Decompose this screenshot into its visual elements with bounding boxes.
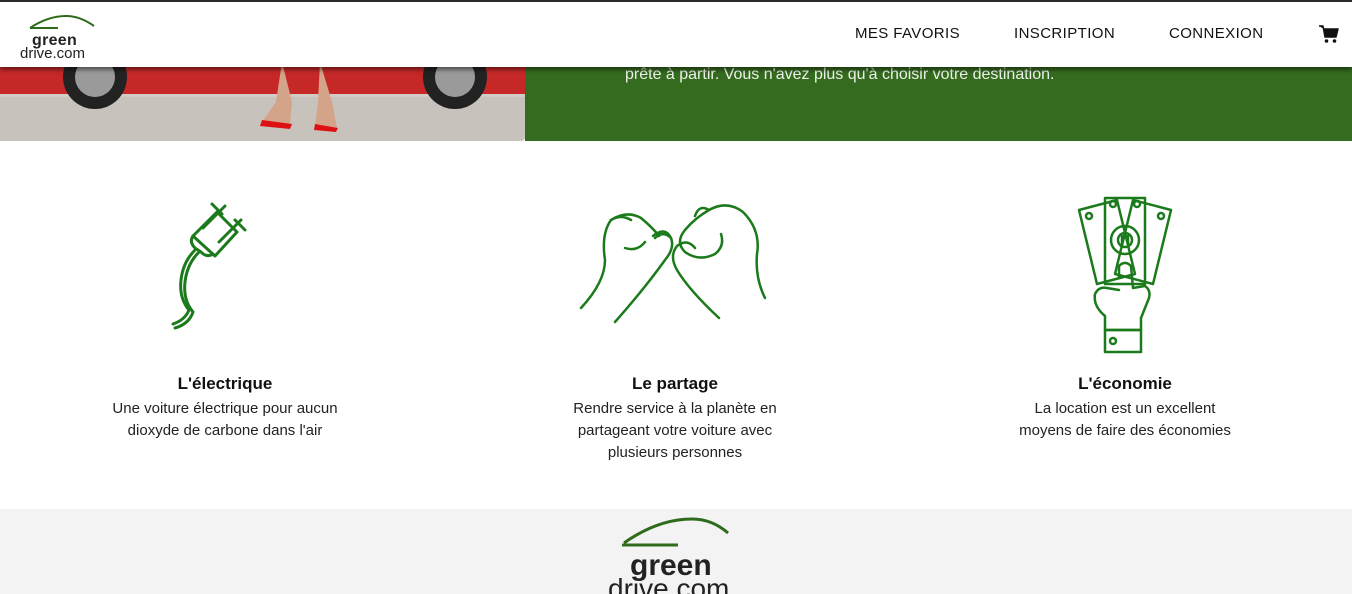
top-navbar: green drive.com MES FAVORIS INSCRIPTION … — [0, 2, 1352, 67]
nav-connexion[interactable]: CONNEXION — [1169, 25, 1263, 42]
feature-title: L'électrique — [177, 374, 273, 393]
footer-logo[interactable]: green drive.com — [600, 515, 760, 594]
hero-text: prête à partir. Vous n'avez plus qu'à ch… — [625, 66, 1055, 83]
feature-economy: L'économie La location est un excellent … — [975, 190, 1275, 442]
feature-line: Une voiture électrique pour aucun — [112, 400, 338, 417]
feature-line: partageant votre voiture avec — [577, 422, 773, 439]
money-hand-icon — [1077, 196, 1173, 354]
footer-logo-drive-text: drive.com — [608, 573, 730, 594]
feature-line: moyens de faire des économies — [1019, 422, 1231, 439]
site-logo[interactable]: green drive.com — [20, 14, 100, 64]
pinky-promise-hands-icon — [579, 204, 767, 324]
feature-line: Rendre service à la planète en — [573, 400, 777, 417]
feature-title: Le partage — [632, 374, 718, 393]
shopping-cart-icon[interactable] — [1318, 24, 1340, 44]
footer: green drive.com — [0, 509, 1352, 594]
feature-sharing: Le partage Rendre service à la planète e… — [525, 190, 825, 464]
feature-title: L'économie — [1078, 374, 1172, 393]
feature-line: dioxyde de carbone dans l'air — [127, 422, 323, 439]
feature-line: La location est un excellent — [1034, 400, 1216, 417]
feature-description: Une voiture électrique pour aucun dioxyd… — [75, 398, 375, 442]
feature-description: La location est un excellent moyens de f… — [975, 398, 1275, 442]
feature-description: Rendre service à la planète en partagean… — [525, 398, 825, 464]
logo-drive-text: drive.com — [20, 45, 86, 62]
nav-mes-favoris[interactable]: MES FAVORIS — [855, 25, 960, 42]
electric-plug-icon — [171, 202, 247, 330]
nav-inscription[interactable]: INSCRIPTION — [1014, 25, 1115, 42]
logo-roof-icon — [29, 14, 95, 29]
feature-electric: L'électrique Une voiture électrique pour… — [75, 190, 375, 442]
feature-line: plusieurs personnes — [607, 444, 743, 461]
footer-logo-roof-icon — [622, 517, 729, 547]
